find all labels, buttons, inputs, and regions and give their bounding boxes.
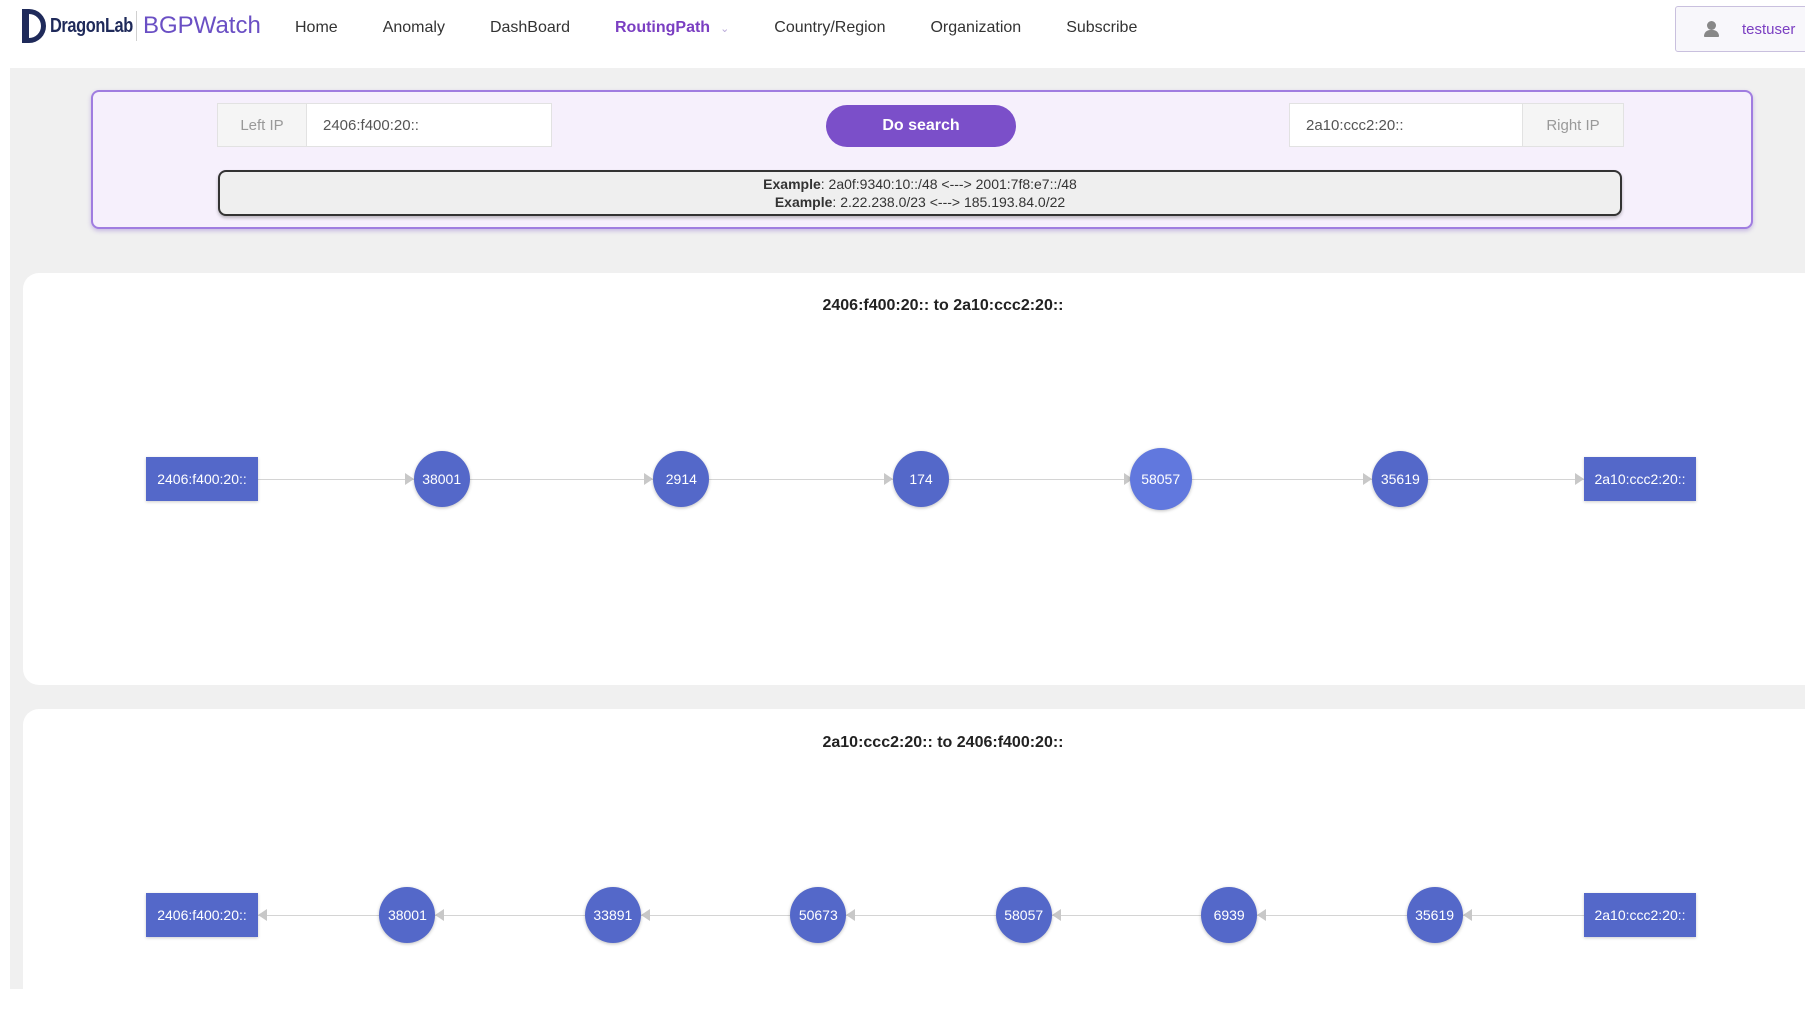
left-ip-input[interactable] — [307, 104, 551, 146]
path-edge — [258, 479, 414, 480]
arrow-left-icon — [640, 909, 650, 921]
nav-dashboard[interactable]: DashBoard — [490, 19, 570, 37]
arrow-left-icon — [435, 909, 445, 921]
path-edge — [846, 915, 996, 916]
left-ip-group: Left IP — [217, 103, 552, 147]
arrow-left-icon — [846, 909, 856, 921]
as-node[interactable]: 38001 — [379, 887, 436, 943]
example-line: Example: 2a0f:9340:10::/48 <---> 2001:7f… — [763, 175, 1077, 193]
user-name: testuser — [1742, 20, 1796, 38]
dragonlab-logo-icon — [22, 9, 46, 43]
main-nav: Home Anomaly DashBoard RoutingPath ⌄ Cou… — [295, 0, 1182, 56]
left-ip-node[interactable]: 2406:f400:20:: — [146, 893, 258, 937]
nav-anomaly[interactable]: Anomaly — [383, 19, 445, 37]
search-panel: Left IP Do search Right IP Example: 2a0f… — [91, 90, 1753, 229]
arrow-left-icon — [1257, 909, 1267, 921]
user-menu-button[interactable]: testuser — [1675, 6, 1805, 52]
logo-text: DragonLab — [50, 14, 133, 37]
path-edge — [469, 479, 654, 480]
arrow-right-icon — [404, 473, 414, 485]
nav-routingpath-label: RoutingPath — [614, 19, 711, 36]
path-edge — [1462, 915, 1584, 916]
left-ip-label: Left IP — [218, 104, 307, 146]
dragonlab-logo[interactable]: DragonLab BGPWatch — [22, 6, 261, 46]
as-node[interactable]: 58057 — [1129, 448, 1192, 510]
do-search-button[interactable]: Do search — [826, 105, 1016, 147]
chevron-down-icon: ⌄ — [720, 22, 730, 35]
path-title: 2406:f400:20:: to 2a10:ccc2:20:: — [822, 297, 1064, 314]
as-node[interactable]: 35619 — [1372, 451, 1429, 507]
arrow-right-icon — [1363, 473, 1373, 485]
as-node[interactable]: 38001 — [413, 451, 470, 507]
example-text: : 2.22.238.0/23 <---> 185.193.84.0/22 — [832, 194, 1066, 210]
nav-subscribe[interactable]: Subscribe — [1066, 19, 1137, 37]
example-text: : 2a0f:9340:10::/48 <---> 2001:7f8:e7::/… — [820, 176, 1077, 192]
path-edge — [1051, 915, 1202, 916]
left-ip-node[interactable]: 2406:f400:20:: — [146, 457, 258, 501]
forward-path-card: 2406:f400:20:: to 2a10:ccc2:20:: 2406:f4… — [23, 273, 1805, 685]
arrow-right-icon — [644, 473, 654, 485]
path-edge — [1188, 479, 1373, 480]
reverse-path-card: 2a10:ccc2:20:: to 2406:f400:20:: 2406:f4… — [23, 709, 1805, 1009]
right-ip-node[interactable]: 2a10:ccc2:20:: — [1584, 893, 1696, 937]
arrow-left-icon — [1462, 909, 1472, 921]
examples-box: Example: 2a0f:9340:10::/48 <---> 2001:7f… — [218, 170, 1622, 216]
path-edge — [949, 479, 1133, 480]
logo-divider — [136, 11, 137, 41]
as-node[interactable]: 50673 — [790, 887, 847, 943]
as-node[interactable]: 2914 — [653, 451, 710, 507]
arrow-left-icon — [1051, 909, 1061, 921]
as-node[interactable]: 58057 — [995, 887, 1052, 943]
example-label: Example — [763, 176, 821, 192]
nav-home[interactable]: Home — [295, 19, 338, 37]
as-node[interactable]: 35619 — [1406, 887, 1463, 943]
path-edge — [258, 915, 380, 916]
right-ip-input[interactable] — [1290, 104, 1522, 146]
right-ip-node[interactable]: 2a10:ccc2:20:: — [1584, 457, 1696, 501]
arrow-right-icon — [1575, 473, 1584, 485]
nav-country-region[interactable]: Country/Region — [774, 19, 885, 37]
nav-routingpath[interactable]: RoutingPath ⌄ — [615, 19, 729, 37]
top-header: DragonLab BGPWatch Home Anomaly DashBoar… — [0, 0, 1805, 68]
example-line: Example: 2.22.238.0/23 <---> 185.193.84.… — [775, 193, 1065, 211]
path-edge — [1428, 479, 1584, 480]
as-node[interactable]: 33891 — [584, 887, 641, 943]
arrow-left-icon — [258, 909, 267, 921]
right-ip-group: Right IP — [1289, 103, 1624, 147]
user-icon — [1702, 19, 1722, 39]
nav-organization[interactable]: Organization — [930, 19, 1021, 37]
arrow-right-icon — [884, 473, 893, 485]
right-ip-label: Right IP — [1522, 104, 1623, 146]
path-edge — [709, 479, 893, 480]
path-edge — [435, 915, 585, 916]
as-node[interactable]: 174 — [893, 451, 949, 507]
path-edge — [1257, 915, 1407, 916]
example-label: Example — [774, 194, 833, 210]
product-name: BGPWatch — [143, 12, 261, 39]
as-node[interactable]: 6939 — [1201, 887, 1258, 943]
path-title: 2a10:ccc2:20:: to 2406:f400:20:: — [822, 734, 1064, 751]
path-edge — [640, 915, 791, 916]
